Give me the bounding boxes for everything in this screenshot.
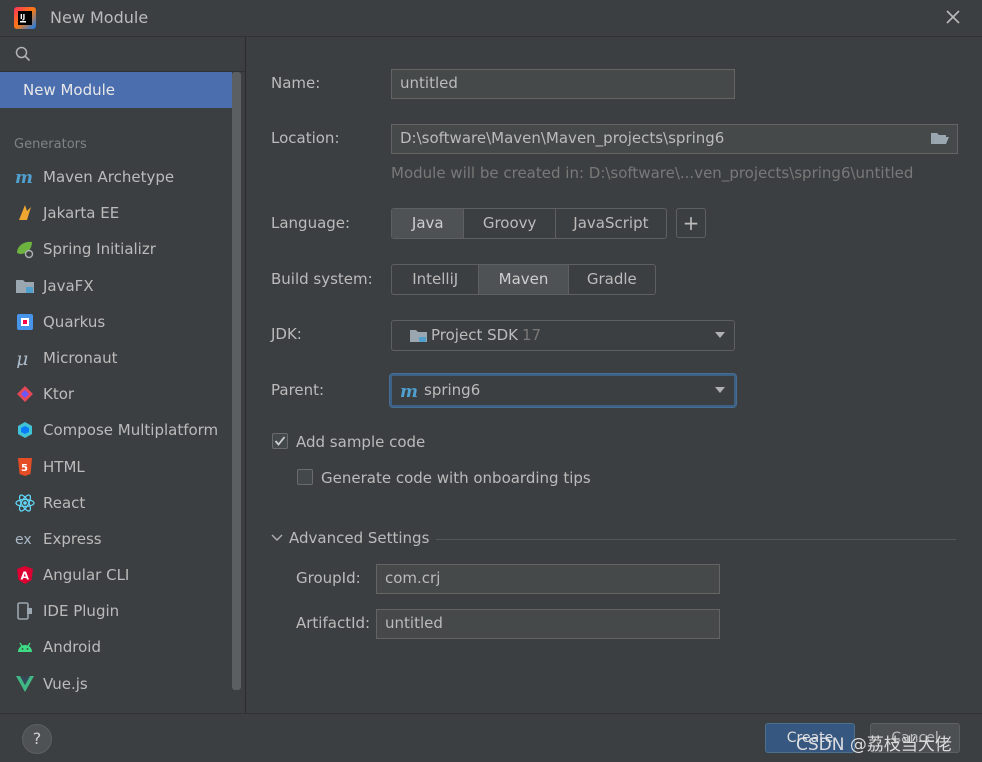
close-icon[interactable] (942, 6, 964, 28)
sidebar-item-jakarta-ee[interactable]: Jakarta EE (0, 195, 232, 231)
parent-dropdown[interactable]: m spring6 (390, 374, 736, 407)
maven-icon: m (15, 168, 33, 187)
sidebar-scrollbar[interactable] (232, 72, 241, 690)
plugin-icon (17, 602, 32, 621)
add-sample-code-checkbox[interactable] (272, 433, 288, 449)
ktor-icon (17, 386, 33, 403)
language-option-java[interactable]: Java (392, 209, 465, 238)
parent-label: Parent: (271, 381, 325, 399)
svg-text:μ: μ (16, 348, 28, 368)
micronaut-icon: μ (16, 348, 28, 368)
sidebar-item-angular-cli[interactable]: A Angular CLI (0, 557, 232, 593)
language-option-javascript[interactable]: JavaScript (556, 209, 666, 238)
sidebar-item-react[interactable]: React (0, 485, 232, 521)
module-location-hint: Module will be created in: D:\software\.… (391, 164, 914, 182)
language-label: Language: (271, 214, 351, 232)
artifactid-label: ArtifactId: (296, 614, 371, 632)
chevron-down-icon (715, 387, 725, 393)
angular-icon: A (17, 566, 33, 585)
advanced-settings-toggle[interactable]: Advanced Settings (271, 529, 429, 547)
location-value: D:\software\Maven\Maven_projects\spring6 (400, 129, 725, 147)
jdk-label: JDK: (271, 325, 302, 343)
svg-text:m: m (15, 168, 33, 187)
quarkus-icon (17, 313, 33, 330)
language-option-groovy[interactable]: Groovy (464, 209, 556, 238)
svg-text:ex: ex (15, 532, 32, 548)
artifactid-field[interactable]: untitled (376, 609, 720, 639)
window-title: New Module (50, 8, 149, 27)
maven-icon: m (400, 382, 418, 401)
vue-icon (16, 675, 34, 692)
build-option-intellij[interactable]: IntelliJ (392, 265, 480, 294)
express-icon: ex (15, 532, 32, 548)
build-option-gradle[interactable]: Gradle (569, 265, 655, 294)
jdk-dropdown[interactable]: Project SDK 17 (391, 320, 735, 351)
parent-value: spring6 (424, 381, 481, 399)
svg-text:5: 5 (21, 463, 28, 474)
jdk-version: 17 (522, 326, 542, 344)
sidebar-search[interactable] (0, 37, 245, 72)
jdk-value: Project SDK (431, 326, 518, 344)
build-system-selector: IntelliJ Maven Gradle (391, 264, 656, 295)
location-field[interactable]: D:\software\Maven\Maven_projects\spring6 (391, 124, 958, 154)
chevron-down-icon (715, 332, 725, 338)
chevron-down-icon (271, 534, 283, 541)
react-icon (15, 494, 35, 512)
spring-icon (17, 242, 34, 259)
sidebar-item-maven-archetype[interactable]: m Maven Archetype (0, 159, 232, 195)
sidebar-item-ktor[interactable]: Ktor (0, 376, 232, 412)
svg-text:A: A (21, 570, 30, 583)
html5-icon: 5 (18, 457, 32, 476)
search-icon (15, 46, 31, 62)
language-selector: Java Groovy JavaScript (391, 208, 667, 239)
checkmark-icon (274, 436, 286, 446)
build-system-label: Build system: (271, 270, 373, 288)
sidebar-item-spring-initializr[interactable]: Spring Initializr (0, 231, 232, 267)
dialog-footer: ? Create Cancel CSDN @荔枝当大佬 (0, 713, 982, 762)
build-option-maven[interactable]: Maven (479, 265, 569, 294)
folder-open-icon[interactable] (930, 130, 950, 146)
location-label: Location: (271, 129, 340, 147)
advanced-settings-label: Advanced Settings (289, 529, 430, 547)
watermark-text: CSDN @荔枝当大佬 (796, 735, 952, 755)
sidebar: New Module Generators m Maven Archetype … (0, 37, 246, 713)
groupid-field[interactable]: com.crj (376, 564, 720, 594)
android-icon (18, 643, 32, 653)
title-bar: IJ New Module (0, 0, 982, 37)
section-divider (436, 539, 956, 540)
name-label: Name: (271, 74, 321, 92)
jakarta-icon (19, 205, 31, 221)
compose-icon (18, 422, 32, 439)
onboarding-tips-label: Generate code with onboarding tips (321, 469, 591, 487)
sidebar-item-label: New Module (23, 81, 116, 99)
sidebar-item-android[interactable]: Android (0, 629, 232, 665)
name-field[interactable]: untitled (391, 69, 735, 99)
svg-text:IJ: IJ (20, 13, 25, 21)
generators-header: Generators (14, 137, 87, 152)
sidebar-item-javafx[interactable]: JavaFX (0, 268, 232, 304)
sidebar-item-new-module[interactable]: New Module (0, 72, 232, 108)
intellij-logo-icon: IJ (14, 7, 36, 29)
add-language-button[interactable]: + (676, 208, 706, 238)
groupid-label: GroupId: (296, 569, 361, 587)
onboarding-tips-checkbox[interactable] (297, 469, 313, 485)
javafx-folder-icon (16, 279, 34, 293)
svg-text:m: m (400, 382, 418, 401)
sidebar-item-micronaut[interactable]: μ Micronaut (0, 340, 232, 376)
sidebar-item-quarkus[interactable]: Quarkus (0, 304, 232, 340)
sidebar-item-compose-multiplatform[interactable]: Compose Multiplatform (0, 412, 232, 448)
sidebar-item-html[interactable]: 5 HTML (0, 449, 232, 485)
sidebar-item-vuejs[interactable]: Vue.js (0, 666, 232, 702)
generators-list: m Maven Archetype Jakarta EE Spring Init… (0, 159, 232, 702)
sdk-folder-icon (410, 330, 427, 342)
sidebar-item-express[interactable]: ex Express (0, 521, 232, 557)
sidebar-item-ide-plugin[interactable]: IDE Plugin (0, 593, 232, 629)
add-sample-code-label: Add sample code (296, 433, 426, 451)
help-button[interactable]: ? (22, 724, 52, 754)
